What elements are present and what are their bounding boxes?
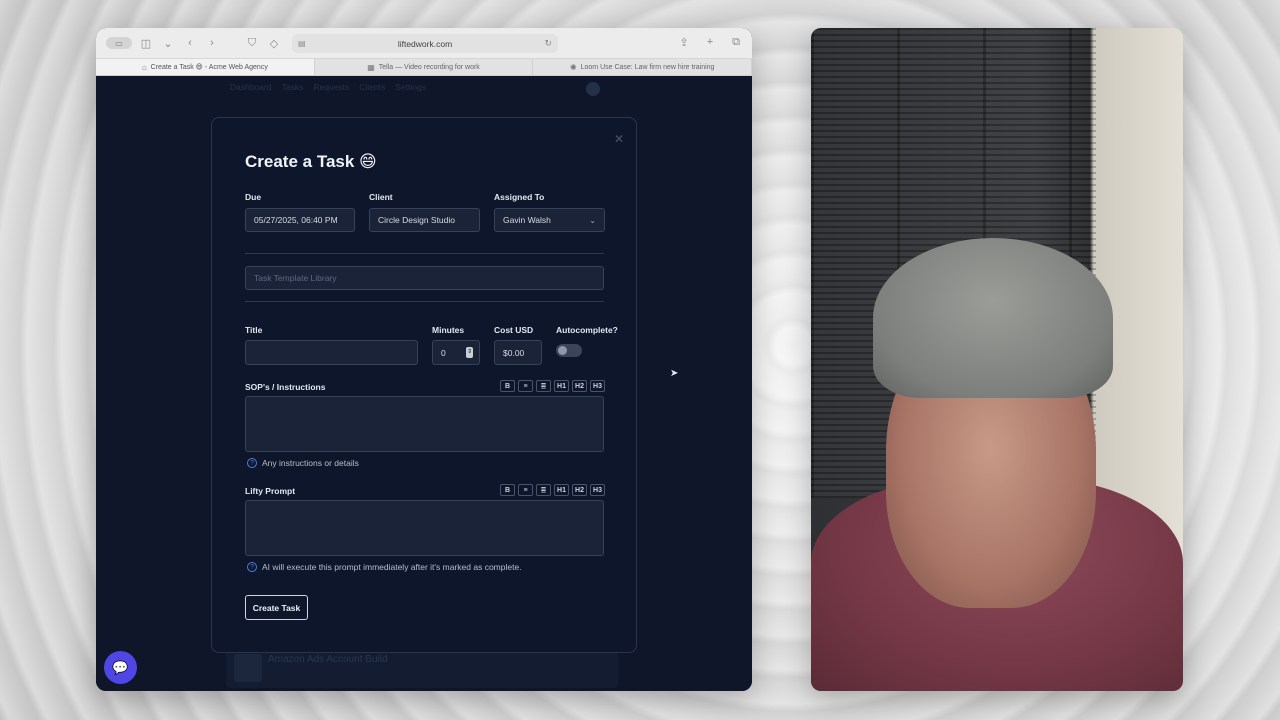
create-task-modal: ✕ Create a Task 😄 Due 05/27/2025, 06:40 … xyxy=(211,117,637,653)
bold-button[interactable]: B xyxy=(500,380,515,392)
reload-icon[interactable]: ↻ xyxy=(544,38,552,49)
h2-button[interactable]: H2 xyxy=(572,380,587,392)
chat-icon: 💬 xyxy=(112,659,129,675)
avatar[interactable] xyxy=(586,82,600,96)
shield-icon[interactable]: ⛉ xyxy=(244,37,260,50)
sidebar-icon[interactable]: ◫ xyxy=(138,37,154,50)
assigned-value: Gavin Walsh xyxy=(503,215,551,225)
mouse-cursor-icon: ➤ xyxy=(670,368,679,379)
h1-button[interactable]: H1 xyxy=(554,484,569,496)
title-label: Title xyxy=(245,325,263,335)
h3-button[interactable]: H3 xyxy=(590,484,605,496)
assigned-label: Assigned To xyxy=(494,192,545,202)
create-task-button[interactable]: Create Task xyxy=(245,595,308,620)
task-thumbnail xyxy=(234,654,262,682)
cost-value: $0.00 xyxy=(503,347,525,358)
bullet-list-button[interactable]: ≣ xyxy=(536,484,551,496)
app-nav: Dashboard Tasks Requests Clients Setting… xyxy=(230,82,426,92)
minutes-value: 0 xyxy=(441,347,446,358)
h1-button[interactable]: H1 xyxy=(554,380,569,392)
cost-label: Cost USD xyxy=(494,325,534,335)
nav-settings[interactable]: Settings xyxy=(395,82,426,92)
autocomplete-label: Autocomplete? xyxy=(556,325,618,335)
sop-textarea[interactable] xyxy=(245,396,604,452)
bullet-list-button[interactable]: ≣ xyxy=(536,380,551,392)
due-label: Due xyxy=(245,192,262,202)
help-icon: ? xyxy=(247,458,257,468)
tab-bar: ⌂ Create a Task 😄 - Acme Web Agency ▦ Te… xyxy=(96,59,752,76)
h2-button[interactable]: H2 xyxy=(572,484,587,496)
bold-button[interactable]: B xyxy=(500,484,515,496)
task-title: Amazon Ads Account Build xyxy=(268,654,388,665)
sidebar-toggle-icon[interactable]: ▭ xyxy=(106,37,132,49)
prompt-label: Lifty Prompt xyxy=(245,486,296,496)
sop-help-text: Any instructions or details xyxy=(262,458,359,468)
tab-create-task[interactable]: ⌂ Create a Task 😄 - Acme Web Agency xyxy=(96,59,315,75)
back-icon[interactable]: ‹ xyxy=(182,37,198,49)
modal-title: Create a Task 😄 xyxy=(245,152,377,171)
due-date-value: 05/27/2025, 06:40 PM xyxy=(254,215,338,225)
h3-button[interactable]: H3 xyxy=(590,380,605,392)
minutes-input[interactable]: 0 ⇕ xyxy=(432,340,480,365)
nav-clients[interactable]: Clients xyxy=(359,82,385,92)
nav-dashboard[interactable]: Dashboard xyxy=(230,82,272,92)
tab-label: Tella — Video recording for work xyxy=(378,63,480,71)
autocomplete-toggle[interactable] xyxy=(556,344,582,357)
url-text: liftedwork.com xyxy=(397,38,453,49)
page-content: Dashboard Tasks Requests Clients Setting… xyxy=(96,76,752,691)
address-bar[interactable]: ▤ liftedwork.com ↻ xyxy=(292,34,558,53)
nav-tasks[interactable]: Tasks xyxy=(282,82,304,92)
divider xyxy=(245,301,604,302)
assigned-to-select[interactable]: Gavin Walsh ⌄ xyxy=(494,208,605,232)
client-value: Circle Design Studio xyxy=(378,215,456,225)
tab-overview-icon[interactable]: ⧉ xyxy=(728,36,744,49)
client-input[interactable]: Circle Design Studio xyxy=(369,208,480,232)
sop-format-toolbar: B ≡ ≣ H1 H2 H3 xyxy=(500,380,605,392)
share-icon[interactable]: ⇪ xyxy=(676,36,692,49)
sop-help: ? Any instructions or details xyxy=(247,458,359,468)
sop-label: SOP's / Instructions xyxy=(245,382,326,392)
prompt-textarea[interactable] xyxy=(245,500,604,556)
close-icon[interactable]: ✕ xyxy=(614,132,624,146)
browser-window: ▭ ◫ ⌄ ‹ › ⛉ ◇ ▤ liftedwork.com ↻ ⇪ + ⧉ ⌂… xyxy=(96,28,752,691)
tab-tella[interactable]: ▦ Tella — Video recording for work xyxy=(315,59,534,75)
list-item[interactable]: Amazon Ads Account Build xyxy=(226,650,618,688)
forward-icon[interactable]: › xyxy=(204,37,220,49)
page-icon: ▤ xyxy=(298,39,306,48)
loom-icon: ✺ xyxy=(569,62,577,72)
prompt-help: ? AI will execute this prompt immediatel… xyxy=(247,562,522,572)
divider xyxy=(245,253,604,254)
task-template-input[interactable]: Task Template Library xyxy=(245,266,604,290)
chevron-down-icon: ⌄ xyxy=(589,215,596,225)
new-tab-icon[interactable]: + xyxy=(702,36,718,49)
help-icon: ? xyxy=(247,562,257,572)
nav-requests[interactable]: Requests xyxy=(313,82,349,92)
tab-label: Loom Use Case: Law firm new hire trainin… xyxy=(580,63,715,71)
browser-toolbar: ▭ ◫ ⌄ ‹ › ⛉ ◇ ▤ liftedwork.com ↻ ⇪ + ⧉ xyxy=(96,28,752,59)
chevron-down-icon[interactable]: ⌄ xyxy=(160,37,176,50)
ordered-list-button[interactable]: ≡ xyxy=(518,484,533,496)
template-placeholder: Task Template Library xyxy=(254,273,337,283)
tella-icon: ▦ xyxy=(367,62,375,72)
tab-loom[interactable]: ✺ Loom Use Case: Law firm new hire train… xyxy=(533,59,752,75)
tab-label: Create a Task 😄 - Acme Web Agency xyxy=(150,64,268,71)
cost-input[interactable]: $0.00 xyxy=(494,340,542,365)
client-label: Client xyxy=(369,192,393,202)
chat-button[interactable]: 💬 xyxy=(104,651,137,684)
prompt-help-text: AI will execute this prompt immediately … xyxy=(262,562,522,572)
webcam-feed xyxy=(811,28,1183,691)
due-date-input[interactable]: 05/27/2025, 06:40 PM xyxy=(245,208,355,232)
presenter-cap-image xyxy=(873,238,1113,398)
minutes-label: Minutes xyxy=(432,325,465,335)
ordered-list-button[interactable]: ≡ xyxy=(518,380,533,392)
title-input[interactable] xyxy=(245,340,418,365)
stepper-icon[interactable]: ⇕ xyxy=(466,347,473,358)
prompt-format-toolbar: B ≡ ≣ H1 H2 H3 xyxy=(500,484,605,496)
house-icon: ⌂ xyxy=(141,62,147,72)
privacy-icon[interactable]: ◇ xyxy=(266,37,282,50)
